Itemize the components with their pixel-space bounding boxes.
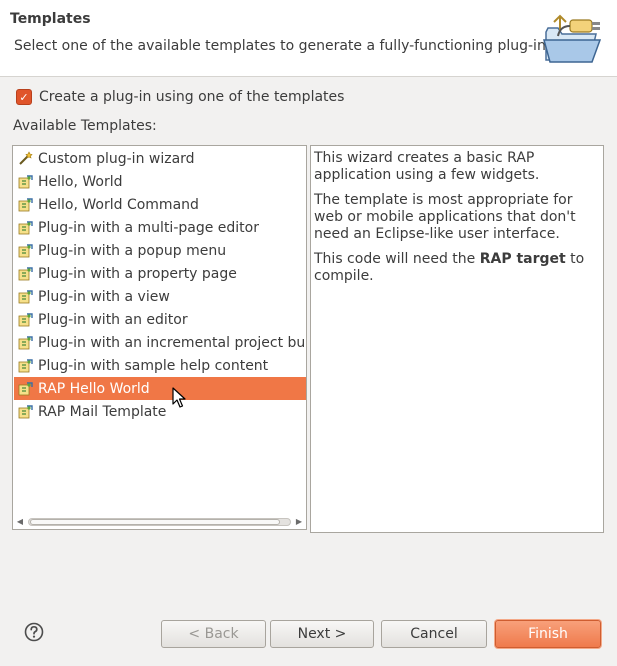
wizard-header: Templates Select one of the available te… bbox=[0, 0, 617, 77]
list-item[interactable]: Custom plug-in wizard bbox=[14, 147, 306, 170]
list-item-label: Plug-in with a property page bbox=[38, 265, 237, 282]
list-item-label: Plug-in with a popup menu bbox=[38, 242, 227, 259]
template-icon bbox=[18, 382, 33, 396]
template-icon bbox=[18, 267, 33, 281]
list-item[interactable]: Hello, World Command bbox=[14, 193, 306, 216]
list-item[interactable]: Plug-in with a popup menu bbox=[14, 239, 306, 262]
finish-button[interactable]: Finish bbox=[495, 620, 601, 648]
list-item-label: Plug-in with an editor bbox=[38, 311, 188, 328]
cancel-button[interactable]: Cancel bbox=[381, 620, 487, 648]
help-icon[interactable] bbox=[24, 622, 44, 642]
template-icon bbox=[18, 405, 33, 419]
use-template-row[interactable]: ✓ Create a plug-in using one of the temp… bbox=[16, 87, 344, 107]
template-icon bbox=[18, 221, 33, 235]
template-description-panel: This wizard creates a basic RAP applicat… bbox=[310, 145, 604, 533]
template-icon bbox=[18, 244, 33, 258]
scrollbar-track[interactable] bbox=[28, 518, 291, 526]
list-horizontal-scrollbar[interactable]: ◀ ▶ bbox=[14, 516, 305, 528]
use-template-checkbox[interactable]: ✓ bbox=[16, 89, 32, 105]
template-icon bbox=[18, 336, 33, 350]
list-item[interactable]: Plug-in with a property page bbox=[14, 262, 306, 285]
list-item-label: Hello, World bbox=[38, 173, 123, 190]
list-item[interactable]: Plug-in with a multi-page editor bbox=[14, 216, 306, 239]
template-icon bbox=[18, 359, 33, 373]
template-icon bbox=[18, 175, 33, 189]
description-text: This code will need the bbox=[314, 251, 480, 267]
list-item-label: RAP Hello World bbox=[38, 380, 150, 397]
list-item[interactable]: Plug-in with a view bbox=[14, 285, 306, 308]
list-item[interactable]: RAP Mail Template bbox=[14, 400, 306, 423]
list-item-label: Hello, World Command bbox=[38, 196, 199, 213]
list-item-selected[interactable]: RAP Hello World bbox=[14, 377, 306, 400]
page-title: Templates bbox=[10, 11, 91, 27]
back-button[interactable]: < Back bbox=[161, 620, 266, 648]
list-item-label: Custom plug-in wizard bbox=[38, 150, 195, 167]
template-icon bbox=[18, 313, 33, 327]
list-item-label: Plug-in with a view bbox=[38, 288, 170, 305]
next-button[interactable]: Next > bbox=[270, 620, 374, 648]
description-bold-text: RAP target bbox=[479, 251, 566, 267]
scrollbar-thumb[interactable] bbox=[30, 519, 280, 525]
templates-list[interactable]: Custom plug-in wizard Hello, World Hello… bbox=[12, 145, 307, 530]
wizard-folder-plug-icon bbox=[543, 14, 602, 63]
wand-icon bbox=[19, 151, 33, 165]
list-item[interactable]: Plug-in with sample help content bbox=[14, 354, 306, 377]
list-item-label: RAP Mail Template bbox=[38, 403, 167, 420]
list-item-label: Plug-in with a multi-page editor bbox=[38, 219, 259, 236]
list-item-label: Plug-in with an incremental project buil… bbox=[38, 334, 307, 351]
list-item[interactable]: Hello, World bbox=[14, 170, 306, 193]
use-template-label: Create a plug-in using one of the templa… bbox=[39, 89, 345, 105]
scroll-right-icon[interactable]: ▶ bbox=[293, 516, 305, 528]
page-description: Select one of the available templates to… bbox=[14, 38, 551, 54]
template-icon bbox=[18, 198, 33, 212]
template-icon bbox=[18, 290, 33, 304]
description-paragraph: The template is most appropriate for web… bbox=[314, 192, 576, 242]
list-item-label: Plug-in with sample help content bbox=[38, 357, 269, 374]
list-item[interactable]: Plug-in with an incremental project buil… bbox=[14, 331, 307, 354]
mouse-pointer-icon bbox=[172, 387, 186, 408]
scroll-left-icon[interactable]: ◀ bbox=[14, 516, 26, 528]
description-paragraph: This code will need the RAP target to co… bbox=[314, 251, 599, 285]
description-paragraph: This wizard creates a basic RAP applicat… bbox=[314, 150, 540, 183]
list-item[interactable]: Plug-in with an editor bbox=[14, 308, 306, 331]
available-templates-label: Available Templates: bbox=[13, 118, 157, 134]
